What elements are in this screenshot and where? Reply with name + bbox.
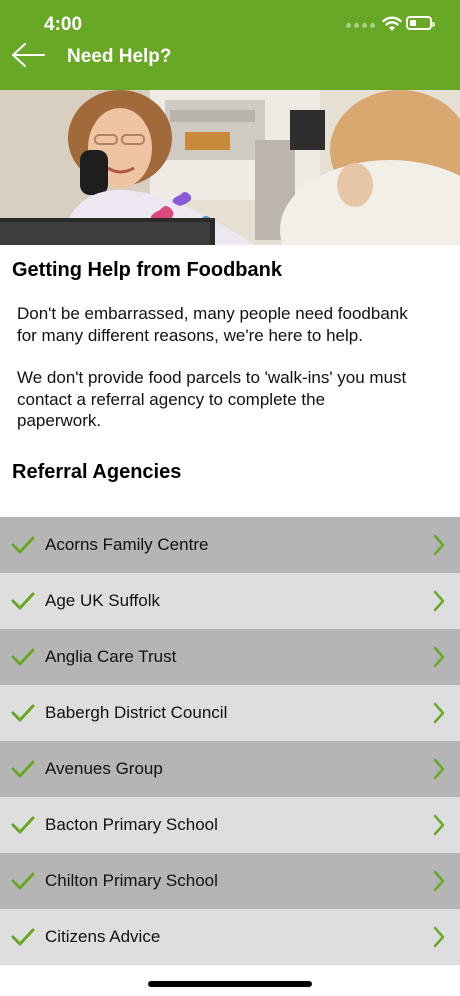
walkin-line: We don't provide food parcels to 'walk-i… — [17, 368, 407, 387]
agency-name: Acorns Family Centre — [45, 535, 209, 554]
checkmark-icon — [11, 872, 35, 890]
checkmark-icon — [11, 592, 35, 610]
checkmark-icon — [11, 928, 35, 946]
agency-row[interactable]: Chilton Primary School — [0, 853, 460, 909]
referral-agencies-title: Referral Agencies — [12, 461, 182, 483]
app-header: 4:00 Need Help? — [0, 0, 460, 90]
status-icons — [346, 15, 436, 35]
chevron-right-icon — [433, 814, 445, 836]
section-heading: Getting Help from Foodbank — [12, 259, 282, 281]
agency-list: Acorns Family Centre Age UK Suffolk Anglia… — [0, 517, 460, 965]
checkmark-icon — [11, 648, 35, 666]
agency-row[interactable]: Age UK Suffolk — [0, 573, 460, 629]
back-arrow-icon[interactable] — [10, 40, 46, 70]
agency-name: Anglia Care Trust — [45, 647, 177, 666]
agency-row[interactable]: Bacton Primary School — [0, 797, 460, 853]
agency-row[interactable]: Babergh District Council — [0, 685, 460, 741]
chevron-right-icon — [433, 758, 445, 780]
chevron-right-icon — [433, 590, 445, 612]
agency-name: Avenues Group — [45, 759, 163, 778]
hero-image — [0, 90, 460, 245]
page-title: Need Help? — [67, 46, 172, 67]
agency-name: Chilton Primary School — [45, 871, 218, 890]
agency-name: Bacton Primary School — [45, 815, 218, 834]
checkmark-icon — [11, 704, 35, 722]
home-indicator[interactable] — [148, 981, 312, 987]
checkmark-icon — [11, 760, 35, 778]
agency-row[interactable]: Acorns Family Centre — [0, 517, 460, 573]
wifi-icon — [382, 16, 402, 31]
agency-row[interactable]: Avenues Group — [0, 741, 460, 797]
agency-name: Age UK Suffolk — [45, 591, 160, 610]
checkmark-icon — [11, 816, 35, 834]
agency-name: Babergh District Council — [45, 703, 228, 722]
walkin-line: paperwork. — [17, 411, 102, 430]
signal-icon — [346, 23, 376, 29]
chevron-right-icon — [433, 702, 445, 724]
chevron-right-icon — [433, 646, 445, 668]
intro-line: for many different reasons, we're here t… — [17, 326, 363, 345]
battery-icon — [406, 16, 435, 30]
agency-row[interactable]: Citizens Advice — [0, 909, 460, 965]
checkmark-icon — [11, 536, 35, 554]
chevron-right-icon — [433, 870, 445, 892]
chevron-right-icon — [433, 534, 445, 556]
chevron-right-icon — [433, 926, 445, 948]
agency-name: Citizens Advice — [45, 927, 161, 946]
status-time: 4:00 — [44, 14, 83, 35]
intro-line: Don't be embarrassed, many people need f… — [17, 304, 408, 323]
agency-row[interactable]: Anglia Care Trust — [0, 629, 460, 685]
walkin-line: contact a referral agency to complete th… — [17, 390, 326, 409]
